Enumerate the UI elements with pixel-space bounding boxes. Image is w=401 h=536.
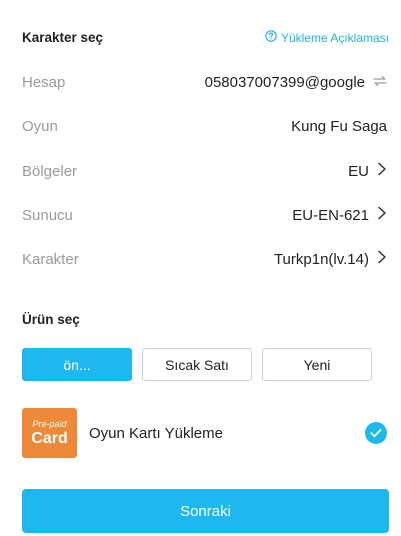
field-value: 058037007399@google <box>204 73 365 91</box>
product-name: Oyun Kartı Yükleme <box>89 424 223 442</box>
field-value: EU <box>348 162 369 180</box>
recharge-help-link[interactable]: Yükleme Açıklaması <box>265 30 389 45</box>
field-row-server[interactable]: Sunucu EU-EN-621 <box>22 200 387 230</box>
checkmark-icon[interactable] <box>365 422 387 444</box>
product-tabs: ön... Sıcak Satı Yeni <box>22 348 372 381</box>
product-section-title: Ürün seç <box>22 312 80 327</box>
prepaid-card-image: Pre-paid Card <box>22 408 77 458</box>
field-row-game: Oyun Kung Fu Saga <box>22 111 387 141</box>
field-label: Oyun <box>22 117 58 135</box>
chevron-right-icon <box>377 206 387 224</box>
swap-icon[interactable] <box>373 74 387 91</box>
field-value: Turkp1n(lv.14) <box>273 250 369 268</box>
field-label: Sunucu <box>22 206 73 224</box>
next-button[interactable]: Sonraki <box>22 489 389 533</box>
chevron-right-icon <box>377 162 387 180</box>
field-row-account[interactable]: Hesap 058037007399@google <box>22 67 387 97</box>
character-section-title: Karakter seç <box>22 30 104 45</box>
product-section-header: Ürün seç <box>22 312 389 327</box>
tab-hot-sale[interactable]: Sıcak Satı <box>142 348 252 381</box>
product-item[interactable]: Pre-paid Card Oyun Kartı Yükleme <box>22 408 389 458</box>
character-section-header: Karakter seç Yükleme Açıklaması <box>22 30 389 45</box>
field-row-region[interactable]: Bölgeler EU <box>22 156 387 186</box>
card-image-main-text: Card <box>31 429 68 447</box>
question-circle-icon <box>265 30 277 45</box>
card-image-top-text: Pre-paid <box>32 418 67 429</box>
field-value: Kung Fu Saga <box>291 117 387 135</box>
chevron-right-icon <box>377 250 387 268</box>
field-label: Hesap <box>22 73 66 91</box>
field-row-character[interactable]: Karakter Turkp1n(lv.14) <box>22 244 387 274</box>
field-label: Karakter <box>22 250 79 268</box>
field-value: EU-EN-621 <box>292 206 369 224</box>
field-label: Bölgeler <box>22 162 78 180</box>
help-link-label: Yükleme Açıklaması <box>280 30 389 45</box>
tab-preferred[interactable]: ön... <box>22 348 132 381</box>
tab-new[interactable]: Yeni <box>262 348 372 381</box>
